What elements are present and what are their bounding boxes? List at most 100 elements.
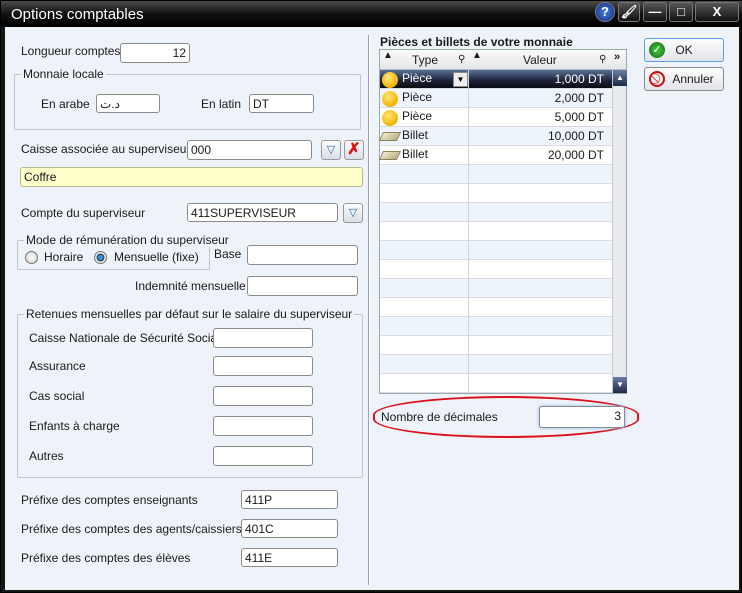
horaire-radio[interactable] (25, 251, 38, 264)
indemnite-input[interactable] (247, 276, 358, 296)
grid-row[interactable] (380, 241, 612, 260)
longueur-input[interactable]: 12 (120, 43, 190, 63)
latin-input[interactable]: DT (249, 94, 314, 113)
search-icon[interactable]: ⚲ (599, 54, 606, 65)
indemnite-label: Indemnité mensuelle (135, 279, 246, 293)
retenue-input[interactable] (213, 446, 313, 466)
prefixe-label: Préfixe des comptes des agents/caissiers (21, 522, 242, 536)
grid-row[interactable] (380, 355, 612, 374)
prefixe-input[interactable]: 411E (241, 548, 338, 567)
expand-icon[interactable]: » (614, 51, 620, 63)
caisse-clear-button[interactable]: ✗ (344, 140, 364, 160)
grid-row[interactable]: Pièce 5,000 DT (380, 108, 612, 127)
cancel-button[interactable]: ⃠ Annuler (644, 67, 724, 91)
type-cell[interactable] (380, 298, 469, 317)
brush-button[interactable]: 🖌 (618, 2, 640, 22)
retenue-input[interactable] (213, 416, 313, 436)
minimize-button[interactable]: — (643, 2, 667, 22)
column-header-valeur[interactable]: Valeur (523, 53, 557, 67)
arabe-label: En arabe (41, 97, 90, 111)
type-cell[interactable] (380, 279, 469, 298)
sort-icon[interactable]: ▲ (472, 50, 482, 61)
prefixe-label: Préfixe des comptes enseignants (21, 493, 198, 507)
type-cell[interactable] (380, 374, 469, 393)
sort-icon[interactable]: ▲ (383, 50, 393, 61)
prefixe-input[interactable]: 401C (241, 519, 338, 538)
scroll-down-button[interactable]: ▼ (613, 377, 627, 393)
latin-label: En latin (201, 97, 242, 111)
grid-row[interactable] (380, 374, 612, 393)
type-cell[interactable] (380, 203, 469, 222)
close-button[interactable]: X (695, 2, 739, 22)
compte-lookup-button[interactable]: ▽ (343, 203, 363, 223)
monnaie-group-title: Monnaie locale (21, 67, 106, 81)
grid-header: ▲ Type ⚲ ▲ Valeur ⚲ » (380, 50, 626, 70)
type-cell[interactable] (380, 222, 469, 241)
type-cell[interactable]: Billet (378, 127, 469, 146)
type-cell[interactable] (380, 241, 469, 260)
dropdown-arrow-icon[interactable]: ▼ (453, 72, 468, 87)
value-cell: 1,000 DT (554, 72, 604, 86)
grid-row[interactable]: Billet 20,000 DT (378, 146, 612, 165)
value-cell: 20,000 DT (547, 148, 604, 162)
type-cell[interactable] (380, 336, 469, 355)
compte-input[interactable]: 411SUPERVISEUR (187, 203, 338, 222)
coin-icon (382, 110, 398, 126)
maximize-button[interactable]: □ (669, 2, 693, 22)
help-button[interactable]: ? (595, 2, 615, 22)
delete-x-icon: ✗ (347, 141, 361, 158)
cancel-icon: ⃠ (649, 71, 665, 87)
retenue-input[interactable] (213, 356, 313, 376)
base-input[interactable] (247, 245, 358, 265)
decimales-label: Nombre de décimales (381, 410, 498, 424)
dialog-body: Longueur comptes 12 Monnaie locale En ar… (5, 27, 739, 590)
scroll-up-button[interactable]: ▲ (613, 70, 627, 86)
retenue-label: Cas social (29, 389, 85, 403)
type-text: Pièce (402, 90, 433, 104)
caisse-lookup-button[interactable]: ▽ (321, 140, 341, 160)
arabe-input[interactable]: د.ت (96, 94, 160, 113)
type-cell[interactable] (380, 184, 469, 203)
grid-row[interactable] (380, 165, 612, 184)
mensuelle-radio[interactable] (94, 251, 107, 264)
retenue-input[interactable] (213, 328, 313, 348)
type-cell[interactable]: Pièce (380, 89, 469, 108)
prefixe-input[interactable]: 411P (241, 490, 338, 509)
grid-row[interactable] (380, 203, 612, 222)
grid-row[interactable] (380, 336, 612, 355)
grid-row[interactable]: Billet 10,000 DT (378, 127, 612, 146)
remuneration-group: Mode de rémunération du superviseur Hora… (17, 233, 231, 270)
ok-label: OK (675, 43, 693, 57)
type-cell[interactable]: Billet (378, 146, 469, 165)
retenue-label: Assurance (29, 359, 86, 373)
search-icon[interactable]: ⚲ (458, 54, 465, 65)
column-header-type[interactable]: Type (412, 53, 438, 67)
type-cell[interactable]: Pièce ▼ (380, 70, 469, 89)
retenue-input[interactable] (213, 386, 313, 406)
grid-row[interactable] (380, 298, 612, 317)
grid-row[interactable] (380, 317, 612, 336)
caisse-input[interactable]: 000 (187, 140, 312, 160)
grid-row[interactable]: Pièce 2,000 DT (380, 89, 612, 108)
grid-row[interactable]: Pièce ▼ 1,000 DT (380, 70, 612, 89)
window-title: Options comptables (11, 6, 144, 23)
value-cell: 5,000 DT (554, 110, 604, 124)
retenues-group-title: Retenues mensuelles par défaut sur le sa… (24, 307, 355, 321)
type-cell[interactable] (380, 317, 469, 336)
type-cell[interactable] (380, 260, 469, 279)
type-cell[interactable] (380, 165, 469, 184)
filter-icon: ▽ (326, 144, 336, 156)
grid-row[interactable] (380, 184, 612, 203)
grid-scrollbar[interactable]: ▲ ▼ (612, 70, 627, 393)
type-cell[interactable]: Pièce (380, 108, 469, 127)
grid-row[interactable] (380, 260, 612, 279)
retenue-label: Autres (29, 449, 64, 463)
value-cell: 10,000 DT (547, 129, 604, 143)
type-cell[interactable] (380, 355, 469, 374)
brush-icon: 🖌 (620, 4, 638, 19)
caisse-label: Caisse associée au superviseur (21, 142, 191, 156)
grid-row[interactable] (380, 279, 612, 298)
ok-button[interactable]: ✓ OK (644, 38, 724, 62)
decimales-input[interactable]: 3 (539, 406, 625, 428)
grid-row[interactable] (380, 222, 612, 241)
